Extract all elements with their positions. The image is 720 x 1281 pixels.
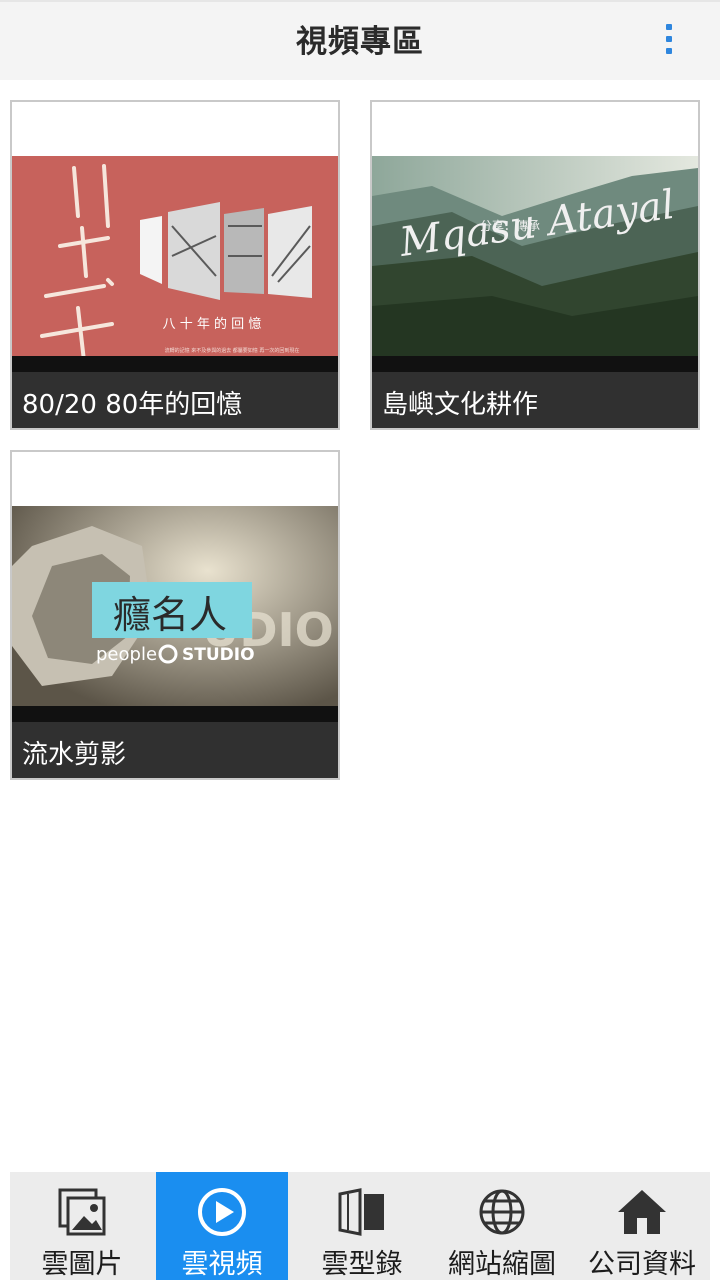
- thumbnail-title: 八 十 年 的 回 憶: [163, 316, 262, 332]
- home-icon: [618, 1190, 666, 1234]
- thumbnail-subtitle: people: [96, 644, 157, 665]
- catalog-icon: [338, 1188, 384, 1236]
- video-thumbnail: UDIO 癮名人 people STUDIO: [12, 506, 338, 722]
- video-thumbnail: Mqasu Atayal 分享．傳承: [372, 156, 698, 372]
- video-card[interactable]: Mqasu Atayal 分享．傳承 島嶼文化耕作: [370, 100, 700, 430]
- app-bar: 視頻專區: [0, 0, 720, 80]
- nav-label: 雲視頻: [181, 1249, 263, 1280]
- video-thumbnail: 八 十 年 的 回 憶 流轉的記憶 來不及參與的過去 都屬要如憶 再一次的回到現…: [12, 156, 338, 372]
- nav-label: 公司資料: [588, 1249, 696, 1280]
- nav-label: 雲型錄: [321, 1249, 403, 1280]
- gallery-icon: [58, 1188, 106, 1236]
- nav-label: 網站縮圖: [448, 1249, 556, 1280]
- play-icon: [198, 1188, 246, 1236]
- nav-item-cloud-pictures[interactable]: 雲圖片: [16, 1172, 148, 1280]
- video-card[interactable]: 八 十 年 的 回 憶 流轉的記憶 來不及參與的過去 都屬要如憶 再一次的回到現…: [10, 100, 340, 430]
- nav-item-cloud-videos[interactable]: 雲視頻: [156, 1172, 288, 1280]
- video-title: 流水剪影: [12, 722, 338, 778]
- video-title: 80/20 80年的回憶: [12, 372, 338, 428]
- nav-item-company-info[interactable]: 公司資料: [576, 1172, 708, 1280]
- thumbnail-title: 癮名人: [113, 593, 227, 637]
- thumbnail-subtitle: 流轉的記憶 來不及參與的過去 都屬要如憶 再一次的回到現在: [165, 347, 300, 354]
- thumbnail-subtitle: 分享．傳承: [480, 218, 540, 233]
- nav-item-cloud-catalog[interactable]: 雲型錄: [296, 1172, 428, 1280]
- video-card[interactable]: UDIO 癮名人 people STUDIO 流水剪影: [10, 450, 340, 780]
- thumbnail-brand: STUDIO: [182, 645, 255, 665]
- nav-item-site-thumbnails[interactable]: 網站縮圖: [436, 1172, 568, 1280]
- nav-label: 雲圖片: [41, 1249, 123, 1280]
- video-title: 島嶼文化耕作: [372, 372, 698, 428]
- page-title: 視頻專區: [296, 24, 424, 60]
- overflow-menu-icon[interactable]: [650, 20, 690, 60]
- globe-icon: [479, 1189, 525, 1235]
- bottom-navigation: 雲圖片 雲視頻 雲型錄 網站縮圖 公司資料: [10, 1172, 710, 1280]
